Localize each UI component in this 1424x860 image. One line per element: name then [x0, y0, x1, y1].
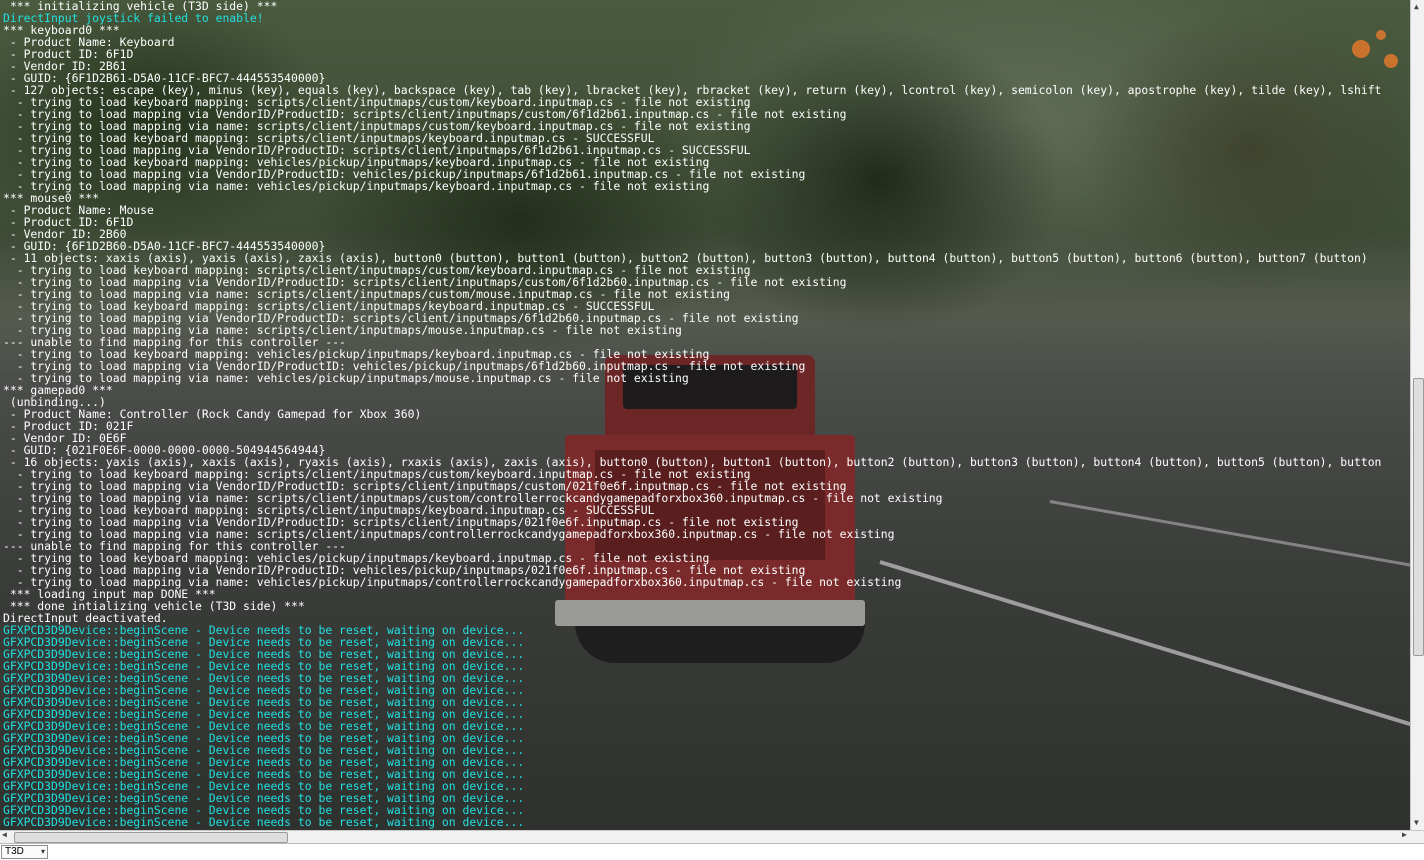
horizontal-scroll-thumb[interactable]	[14, 832, 288, 843]
scope-select-value: T3D	[5, 846, 24, 857]
console-log-line: *** mouse0 ***	[3, 191, 100, 205]
scope-select[interactable]: T3D ▾	[1, 845, 48, 859]
console-log[interactable]: *** initializing vehicle (T3D side) *** D…	[0, 0, 1410, 830]
console-log-line: - Product ID: 6F1D	[3, 215, 134, 229]
console-log-line: - Product Name: Mouse	[3, 203, 154, 217]
console-log-line: - trying to load mapping via name: vehic…	[3, 179, 710, 193]
scroll-right-icon[interactable]: ▶	[1402, 830, 1407, 839]
console-log-line: - Product Name: Controller (Rock Candy G…	[3, 407, 422, 421]
console-log-line: GFXPCD3D9Device::beginScene - Device nee…	[3, 815, 525, 829]
console-log-line: - Product ID: 6F1D	[3, 47, 134, 61]
scroll-up-icon[interactable]: ▲	[1414, 2, 1419, 11]
console-vertical-scrollbar[interactable]: ▲ ▼	[1410, 0, 1424, 830]
console-log-line: *** gamepad0 ***	[3, 383, 113, 397]
console-log-line: *** done intializing vehicle (T3D side) …	[3, 599, 305, 613]
scroll-down-icon[interactable]: ▼	[1414, 818, 1419, 827]
console-horizontal-scrollbar[interactable]: ◀ ▶	[0, 830, 1424, 843]
console-log-line: - trying to load mapping via name: vehic…	[3, 371, 689, 385]
console-input-bar: T3D ▾	[0, 843, 1424, 860]
console-log-line: DirectInput joystick failed to enable!	[3, 11, 264, 25]
scroll-left-icon[interactable]: ◀	[2, 830, 7, 839]
chevron-down-icon: ▾	[40, 847, 45, 856]
console-log-line: - Product ID: 021F	[3, 419, 134, 433]
console-log-line: *** keyboard0 ***	[3, 23, 120, 37]
console-command-input[interactable]	[50, 845, 1422, 859]
console-log-line: - Product Name: Keyboard	[3, 35, 175, 49]
vertical-scroll-thumb[interactable]	[1413, 378, 1424, 656]
